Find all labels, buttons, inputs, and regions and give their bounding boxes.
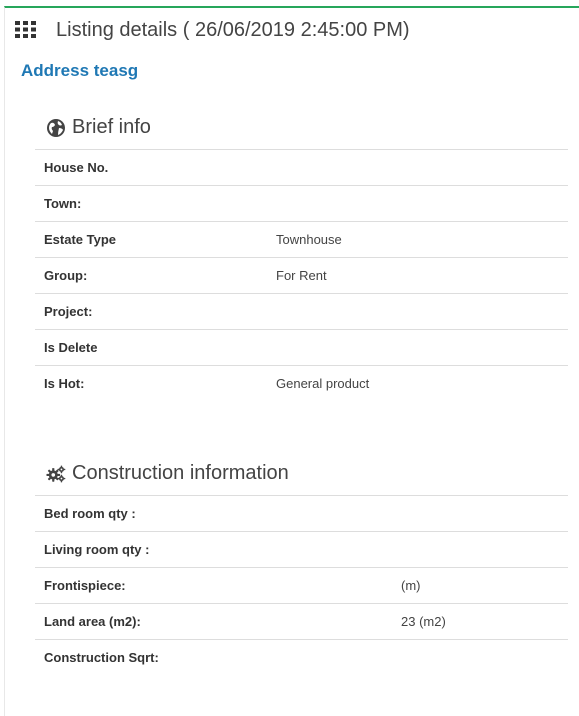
row-label: Frontispiece:: [35, 567, 392, 604]
row-value: 23 (m2): [392, 603, 568, 640]
row-label: Is Delete: [35, 329, 267, 366]
row-label: Is Hot:: [35, 365, 267, 402]
row-value: (m): [392, 567, 568, 604]
row-value: General product: [267, 365, 568, 402]
row-value: [267, 149, 568, 186]
row-label: Project:: [35, 293, 267, 330]
row-label: Group:: [35, 257, 267, 294]
table-row: Bed room qty :: [35, 495, 568, 532]
row-value: For Rent: [267, 257, 568, 294]
row-label: Land area (m2):: [35, 603, 392, 640]
grid-icon: [15, 21, 36, 38]
row-value: Townhouse: [267, 221, 568, 258]
table-row: Project:: [35, 293, 568, 330]
table-row: Land area (m2): 23 (m2): [35, 603, 568, 640]
table-row: Group: For Rent: [35, 257, 568, 294]
construction-info-table: Bed room qty : Living room qty : Frontispi…: [35, 495, 568, 676]
listing-details-panel: Listing details ( 26/06/2019 2:45:00 PM)…: [4, 6, 579, 716]
table-row: Estate Type Townhouse: [35, 221, 568, 258]
table-row: Construction Sqrt:: [35, 639, 568, 676]
row-label: Estate Type: [35, 221, 267, 258]
table-row: House No.: [35, 149, 568, 186]
panel-header: Listing details ( 26/06/2019 2:45:00 PM): [5, 8, 579, 52]
brief-info-title: Brief info: [72, 116, 151, 138]
row-value: [267, 185, 568, 222]
globe-icon: [47, 118, 65, 137]
table-row: Is Delete: [35, 329, 568, 366]
gears-icon: [46, 465, 66, 482]
construction-info-heading: Construction information: [46, 462, 289, 485]
construction-info-title: Construction information: [72, 462, 289, 484]
page-title: Listing details ( 26/06/2019 2:45:00 PM): [56, 19, 410, 41]
row-label: House No.: [35, 149, 267, 186]
brief-info-heading: Brief info: [46, 116, 151, 139]
table-row: Is Hot: General product: [35, 365, 568, 402]
row-value: [392, 495, 568, 532]
row-value: [392, 531, 568, 568]
row-value: [267, 293, 568, 330]
address-link[interactable]: Address teasg: [21, 61, 138, 81]
row-label: Town:: [35, 185, 267, 222]
row-label: Living room qty :: [35, 531, 392, 568]
table-row: Town:: [35, 185, 568, 222]
table-row: Frontispiece: (m): [35, 567, 568, 604]
table-row: Living room qty :: [35, 531, 568, 568]
brief-info-table: House No. Town: Estate Type Townhouse Group:…: [35, 149, 568, 402]
row-value: [392, 639, 568, 676]
row-label: Construction Sqrt:: [35, 639, 392, 676]
row-value: [267, 329, 568, 366]
row-label: Bed room qty :: [35, 495, 392, 532]
